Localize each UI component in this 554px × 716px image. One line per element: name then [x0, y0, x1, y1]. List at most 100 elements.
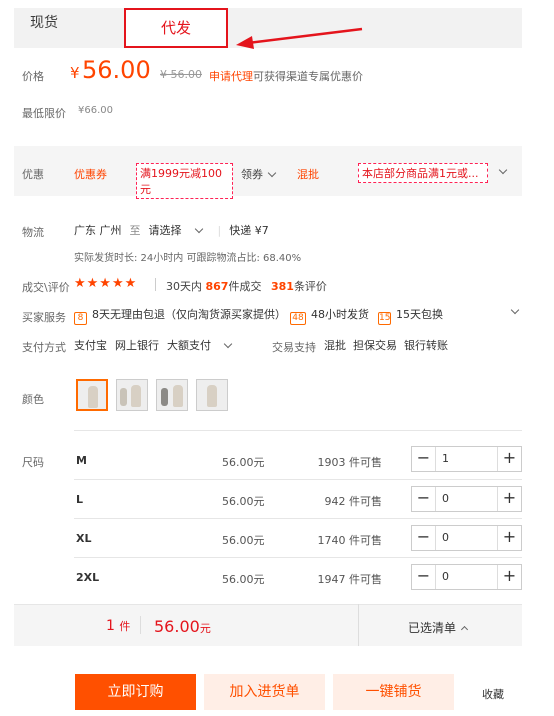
coupon-tag[interactable]: 满1999元减100元 [136, 163, 233, 199]
size-price: 56.00元 [222, 495, 265, 508]
decrement-button[interactable]: − [412, 487, 436, 511]
ship-badge-icon: 48 [290, 312, 306, 325]
divider: | [217, 224, 222, 237]
exchange-badge-icon: 15 [378, 312, 391, 325]
size-price: 56.00元 [222, 534, 265, 547]
price-unit: 元 [199, 622, 211, 635]
product-thumbnail [120, 388, 127, 406]
divider [74, 430, 522, 431]
quantity-input[interactable]: 0 [442, 492, 449, 505]
quantity-stepper: − 1 + [411, 446, 522, 472]
agent-text: 可获得渠道专属优惠价 [253, 70, 363, 83]
product-thumbnail [88, 386, 98, 408]
selected-list-toggle[interactable]: 已选清单 [408, 619, 469, 636]
size-name: L [76, 493, 84, 506]
review-count[interactable]: 381 [271, 280, 294, 293]
deal-count-suffix: 件成交 [228, 280, 262, 293]
one-click-distribute-button[interactable]: 一键铺货 [333, 674, 454, 710]
product-thumbnail [207, 385, 217, 407]
trade-item: 银行转账 [404, 339, 448, 352]
price-original: ¥ 56.00 [160, 68, 202, 81]
payment-method: 网上银行 [115, 339, 159, 352]
quantity-input[interactable]: 0 [442, 570, 449, 583]
chevron-down-icon [194, 224, 203, 234]
min-price-value: ¥66.00 [78, 105, 113, 116]
mix-batch-title: 混批 [297, 168, 319, 181]
apply-agent-link[interactable]: 申请代理 [209, 70, 253, 83]
decrement-button[interactable]: − [412, 565, 436, 589]
mix-batch-tag[interactable]: 本店部分商品满1元或... [358, 163, 488, 183]
size-label: 尺码 [22, 456, 44, 469]
service-text: 8天无理由包退（仅向淘货源买家提供） [92, 308, 286, 321]
selected-list-label: 已选清单 [408, 621, 457, 635]
color-swatch[interactable] [116, 379, 148, 411]
service-text: 48小时发货 [311, 308, 369, 321]
agent-info: 申请代理可获得渠道专属优惠价 [209, 68, 363, 84]
service-exchange[interactable]: 15 15天包换 [378, 306, 443, 325]
destination-select-label: 请选择 [148, 224, 182, 237]
logistics-label: 物流 [22, 226, 44, 239]
get-coupon-label: 领券 [241, 168, 263, 181]
increment-button[interactable]: + [497, 447, 521, 471]
decrement-button[interactable]: − [412, 447, 436, 471]
divider [74, 518, 522, 519]
coupon-title: 优惠券 [74, 168, 107, 181]
trade-item: 担保交易 [353, 339, 397, 352]
color-swatch[interactable] [76, 379, 108, 411]
total-price: 56.00元 [154, 617, 211, 636]
divider [358, 604, 359, 646]
increment-button[interactable]: + [497, 565, 521, 589]
tab-daifa[interactable]: 代发 [124, 8, 228, 48]
payment-label: 支付方式 [22, 341, 66, 354]
quantity-stepper: − 0 + [411, 564, 522, 590]
color-label: 颜色 [22, 393, 44, 406]
services-label: 买家服务 [22, 311, 66, 324]
price-label: 价格 [22, 70, 44, 83]
deal-count: 867 [205, 280, 229, 293]
ship-to-label: 至 [129, 224, 141, 237]
annotation-arrow-icon [236, 27, 363, 49]
logistics-line: 广东 广州至请选择 | 快递 ¥7 [74, 222, 277, 238]
color-swatch[interactable] [196, 379, 228, 411]
chevron-down-icon[interactable] [223, 339, 233, 349]
quantity-stepper: − 0 + [411, 525, 522, 551]
color-swatch[interactable] [156, 379, 188, 411]
get-coupon-button[interactable]: 领券 [241, 166, 277, 182]
add-to-cart-button[interactable]: 加入进货单 [204, 674, 325, 710]
increment-button[interactable]: + [497, 526, 521, 550]
divider [74, 479, 522, 480]
payment-method: 支付宝 [74, 339, 107, 352]
product-thumbnail [161, 388, 168, 406]
buy-now-button[interactable]: 立即订购 [75, 674, 196, 710]
service-return[interactable]: 8 8天无理由包退（仅向淘货源买家提供） [74, 306, 286, 325]
size-price: 56.00元 [222, 573, 265, 586]
service-text: 15天包换 [396, 308, 443, 321]
tab-spot[interactable]: 现货 [30, 12, 58, 32]
chevron-up-icon [460, 625, 469, 634]
ship-from: 广东 广州 [74, 224, 122, 237]
selected-count: 1 件 [106, 618, 130, 634]
trade-support: 混批 担保交易 银行转账 [324, 337, 455, 353]
product-thumbnail [173, 385, 183, 407]
logistics-detail: 实际发货时长: 24小时内 可跟踪物流占比: 68.40% [74, 253, 302, 264]
size-name: XL [76, 532, 92, 545]
return-badge-icon: 8 [74, 312, 87, 325]
review-suffix: 条评价 [293, 280, 327, 293]
size-stock: 942 件可售 [324, 495, 383, 508]
service-ship[interactable]: 48 48小时发货 [290, 306, 369, 325]
decrement-button[interactable]: − [412, 526, 436, 550]
chevron-down-icon[interactable] [510, 305, 520, 315]
increment-button[interactable]: + [497, 487, 521, 511]
size-stock: 1903 件可售 [317, 456, 383, 469]
quantity-input[interactable]: 1 [442, 452, 449, 465]
quantity-input[interactable]: 0 [442, 531, 449, 544]
destination-select[interactable]: 请选择 [149, 224, 210, 237]
divider [140, 616, 141, 634]
chevron-down-icon [267, 168, 277, 178]
size-stock: 1947 件可售 [317, 573, 383, 586]
favorite-button[interactable]: 收藏 [482, 686, 504, 702]
deal-stats: 30天内 867件成交 381条评价 [166, 278, 327, 294]
min-price-label: 最低限价 [22, 107, 66, 120]
express-fee: 快递 ¥7 [229, 224, 269, 237]
trade-item: 混批 [324, 339, 346, 352]
